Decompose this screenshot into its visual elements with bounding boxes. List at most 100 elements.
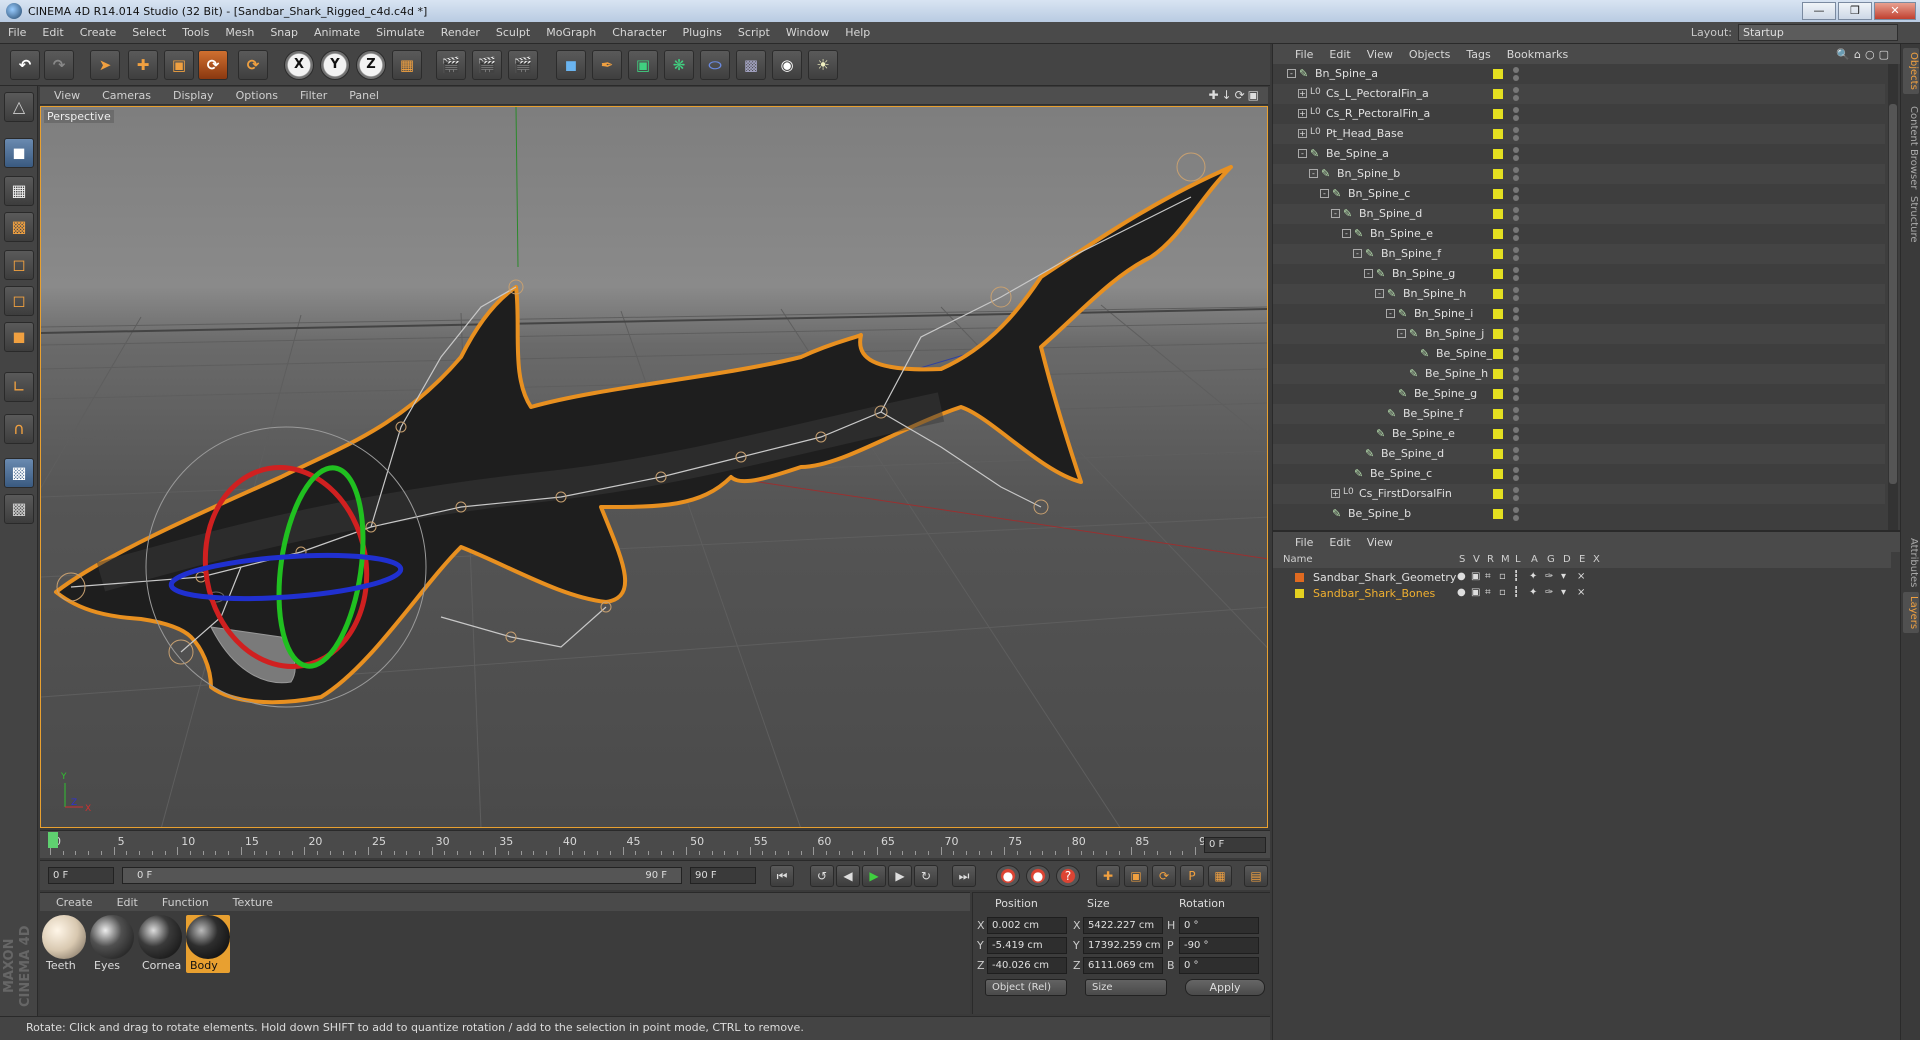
- key-scale-button[interactable]: ▣: [1124, 865, 1148, 887]
- undo-button[interactable]: ↶: [10, 50, 40, 80]
- live-selection-button[interactable]: ➤: [90, 50, 120, 80]
- layer-toggle-icon[interactable]: ✑: [1545, 571, 1553, 582]
- layer-color-swatch[interactable]: [1493, 169, 1503, 179]
- layer-column-e[interactable]: E: [1579, 554, 1585, 565]
- menu-sculpt[interactable]: Sculpt: [488, 26, 538, 39]
- object-name[interactable]: Bn_Spine_j: [1425, 327, 1484, 340]
- object-row[interactable]: + L0 Pt_Head_Base: [1273, 124, 1885, 144]
- menu-mograph[interactable]: MoGraph: [538, 26, 604, 39]
- object-name[interactable]: Bn_Spine_a: [1315, 67, 1378, 80]
- menu-plugins[interactable]: Plugins: [675, 26, 730, 39]
- menu-create[interactable]: Create: [72, 26, 125, 39]
- object-name[interactable]: Be_Spine_f: [1403, 407, 1463, 420]
- layer-toggle-icon[interactable]: ▫: [1499, 587, 1506, 598]
- layer-toggle-icon[interactable]: ✦: [1529, 571, 1537, 582]
- subdivision-surface-button[interactable]: ▣: [628, 50, 658, 80]
- object-row[interactable]: - ✎ Bn_Spine_j: [1273, 324, 1885, 344]
- render-view-button[interactable]: 🎬: [436, 50, 466, 80]
- object-row[interactable]: - ✎ Bn_Spine_g: [1273, 264, 1885, 284]
- object-row[interactable]: ✎ Be_Spine_e: [1273, 424, 1885, 444]
- layer-color-swatch[interactable]: [1493, 429, 1503, 439]
- object-name[interactable]: Cs_FirstDorsalFin: [1359, 487, 1452, 500]
- workplane-lock-button[interactable]: ▩: [4, 458, 34, 488]
- polygons-mode-button[interactable]: ◼: [4, 322, 34, 352]
- layer-color-swatch[interactable]: [1493, 309, 1503, 319]
- editor-visibility-dot[interactable]: [1513, 167, 1519, 173]
- render-picture-viewer-button[interactable]: 🎬: [472, 50, 502, 80]
- camera-button[interactable]: ◉: [772, 50, 802, 80]
- rotation-p-field[interactable]: -90 °: [1179, 937, 1259, 954]
- editor-visibility-dot[interactable]: [1513, 67, 1519, 73]
- object-name[interactable]: Be_Spine_d: [1381, 447, 1444, 460]
- layer-color-swatch[interactable]: [1493, 449, 1503, 459]
- editor-visibility-dot[interactable]: [1513, 267, 1519, 273]
- coordinate-mode-dropdown[interactable]: Object (Rel): [985, 979, 1067, 996]
- menu-animate[interactable]: Animate: [306, 26, 368, 39]
- render-visibility-dot[interactable]: [1513, 455, 1519, 461]
- expand-icon[interactable]: +: [1298, 129, 1307, 138]
- go-to-start-button[interactable]: ⏮: [770, 865, 794, 887]
- layer-column-s[interactable]: S: [1459, 554, 1465, 565]
- key-point-level-button[interactable]: ▦: [1208, 865, 1232, 887]
- layer-color-swatch[interactable]: [1493, 289, 1503, 299]
- layout-select[interactable]: Startup: [1738, 24, 1898, 41]
- object-name[interactable]: Be_Spine_e: [1392, 427, 1455, 440]
- key-rotation-button[interactable]: ⟳: [1152, 865, 1176, 887]
- apply-button[interactable]: Apply: [1185, 979, 1265, 996]
- frame-range-slider[interactable]: 0 F 90 F: [122, 867, 682, 884]
- om-menu-objects[interactable]: Objects: [1401, 48, 1459, 61]
- layer-color-swatch[interactable]: [1493, 209, 1503, 219]
- lm-menu-file[interactable]: File: [1287, 536, 1321, 549]
- layer-toggle-icon[interactable]: ⨯: [1577, 571, 1585, 582]
- menu-simulate[interactable]: Simulate: [368, 26, 433, 39]
- layer-toggle-icon[interactable]: ●: [1457, 587, 1466, 598]
- material-eyes[interactable]: Eyes: [90, 915, 134, 973]
- object-name[interactable]: Be_Spine_g: [1414, 387, 1477, 400]
- start-frame-field[interactable]: 0 F: [48, 867, 114, 884]
- tab-content-browser[interactable]: Content Browser: [1903, 102, 1919, 193]
- render-visibility-dot[interactable]: [1513, 255, 1519, 261]
- maximize-button[interactable]: ❒: [1838, 2, 1872, 20]
- editor-visibility-dot[interactable]: [1513, 327, 1519, 333]
- menu-edit[interactable]: Edit: [34, 26, 71, 39]
- points-mode-button[interactable]: ◻: [4, 250, 34, 280]
- layer-color-swatch[interactable]: [1493, 489, 1503, 499]
- timeline-ruler[interactable]: 051015202530354045505560657075808590: [50, 835, 1213, 857]
- object-name[interactable]: Be_Spine_h: [1425, 367, 1488, 380]
- render-visibility-dot[interactable]: [1513, 235, 1519, 241]
- layer-toggle-icon[interactable]: ▾: [1561, 587, 1566, 598]
- collapse-icon[interactable]: -: [1309, 169, 1318, 178]
- editor-visibility-dot[interactable]: [1513, 367, 1519, 373]
- layer-color-swatch[interactable]: [1493, 469, 1503, 479]
- spline-button[interactable]: ✒: [592, 50, 622, 80]
- size-z-field[interactable]: 6111.069 cm: [1083, 957, 1163, 974]
- key-position-button[interactable]: ✚: [1096, 865, 1120, 887]
- collapse-icon[interactable]: -: [1342, 229, 1351, 238]
- layer-column-r[interactable]: R: [1487, 554, 1494, 565]
- viewport-nav-icons[interactable]: ✚↓⟳▣: [1208, 88, 1262, 102]
- position-x-field[interactable]: 0.002 cm: [987, 917, 1067, 934]
- layer-toggle-icon[interactable]: ▣: [1471, 587, 1480, 598]
- object-row[interactable]: + L0 Cs_L_PectoralFin_a: [1273, 84, 1885, 104]
- editor-visibility-dot[interactable]: [1513, 487, 1519, 493]
- layer-column-d[interactable]: D: [1563, 554, 1571, 565]
- om-menu-edit[interactable]: Edit: [1321, 48, 1358, 61]
- layer-toggle-icon[interactable]: ●: [1457, 571, 1466, 582]
- object-name[interactable]: Bn_Spine_b: [1337, 167, 1400, 180]
- rotation-b-field[interactable]: 0 °: [1179, 957, 1259, 974]
- render-visibility-dot[interactable]: [1513, 115, 1519, 121]
- play-button[interactable]: ▶: [862, 865, 886, 887]
- lm-menu-view[interactable]: View: [1359, 536, 1401, 549]
- om-search-home-icons[interactable]: 🔍⌂○▢: [1836, 48, 1893, 61]
- layer-column-m[interactable]: M: [1501, 554, 1510, 565]
- editor-visibility-dot[interactable]: [1513, 207, 1519, 213]
- layer-color-swatch[interactable]: [1493, 269, 1503, 279]
- layer-toggle-icon[interactable]: ⨯: [1577, 587, 1585, 598]
- object-row[interactable]: ✎ Be_Spine_c: [1273, 464, 1885, 484]
- editor-visibility-dot[interactable]: [1513, 187, 1519, 193]
- render-visibility-dot[interactable]: [1513, 335, 1519, 341]
- deformer-button[interactable]: ⬭: [700, 50, 730, 80]
- x-axis-button[interactable]: X: [284, 50, 314, 80]
- collapse-icon[interactable]: -: [1364, 269, 1373, 278]
- expand-icon[interactable]: +: [1298, 109, 1307, 118]
